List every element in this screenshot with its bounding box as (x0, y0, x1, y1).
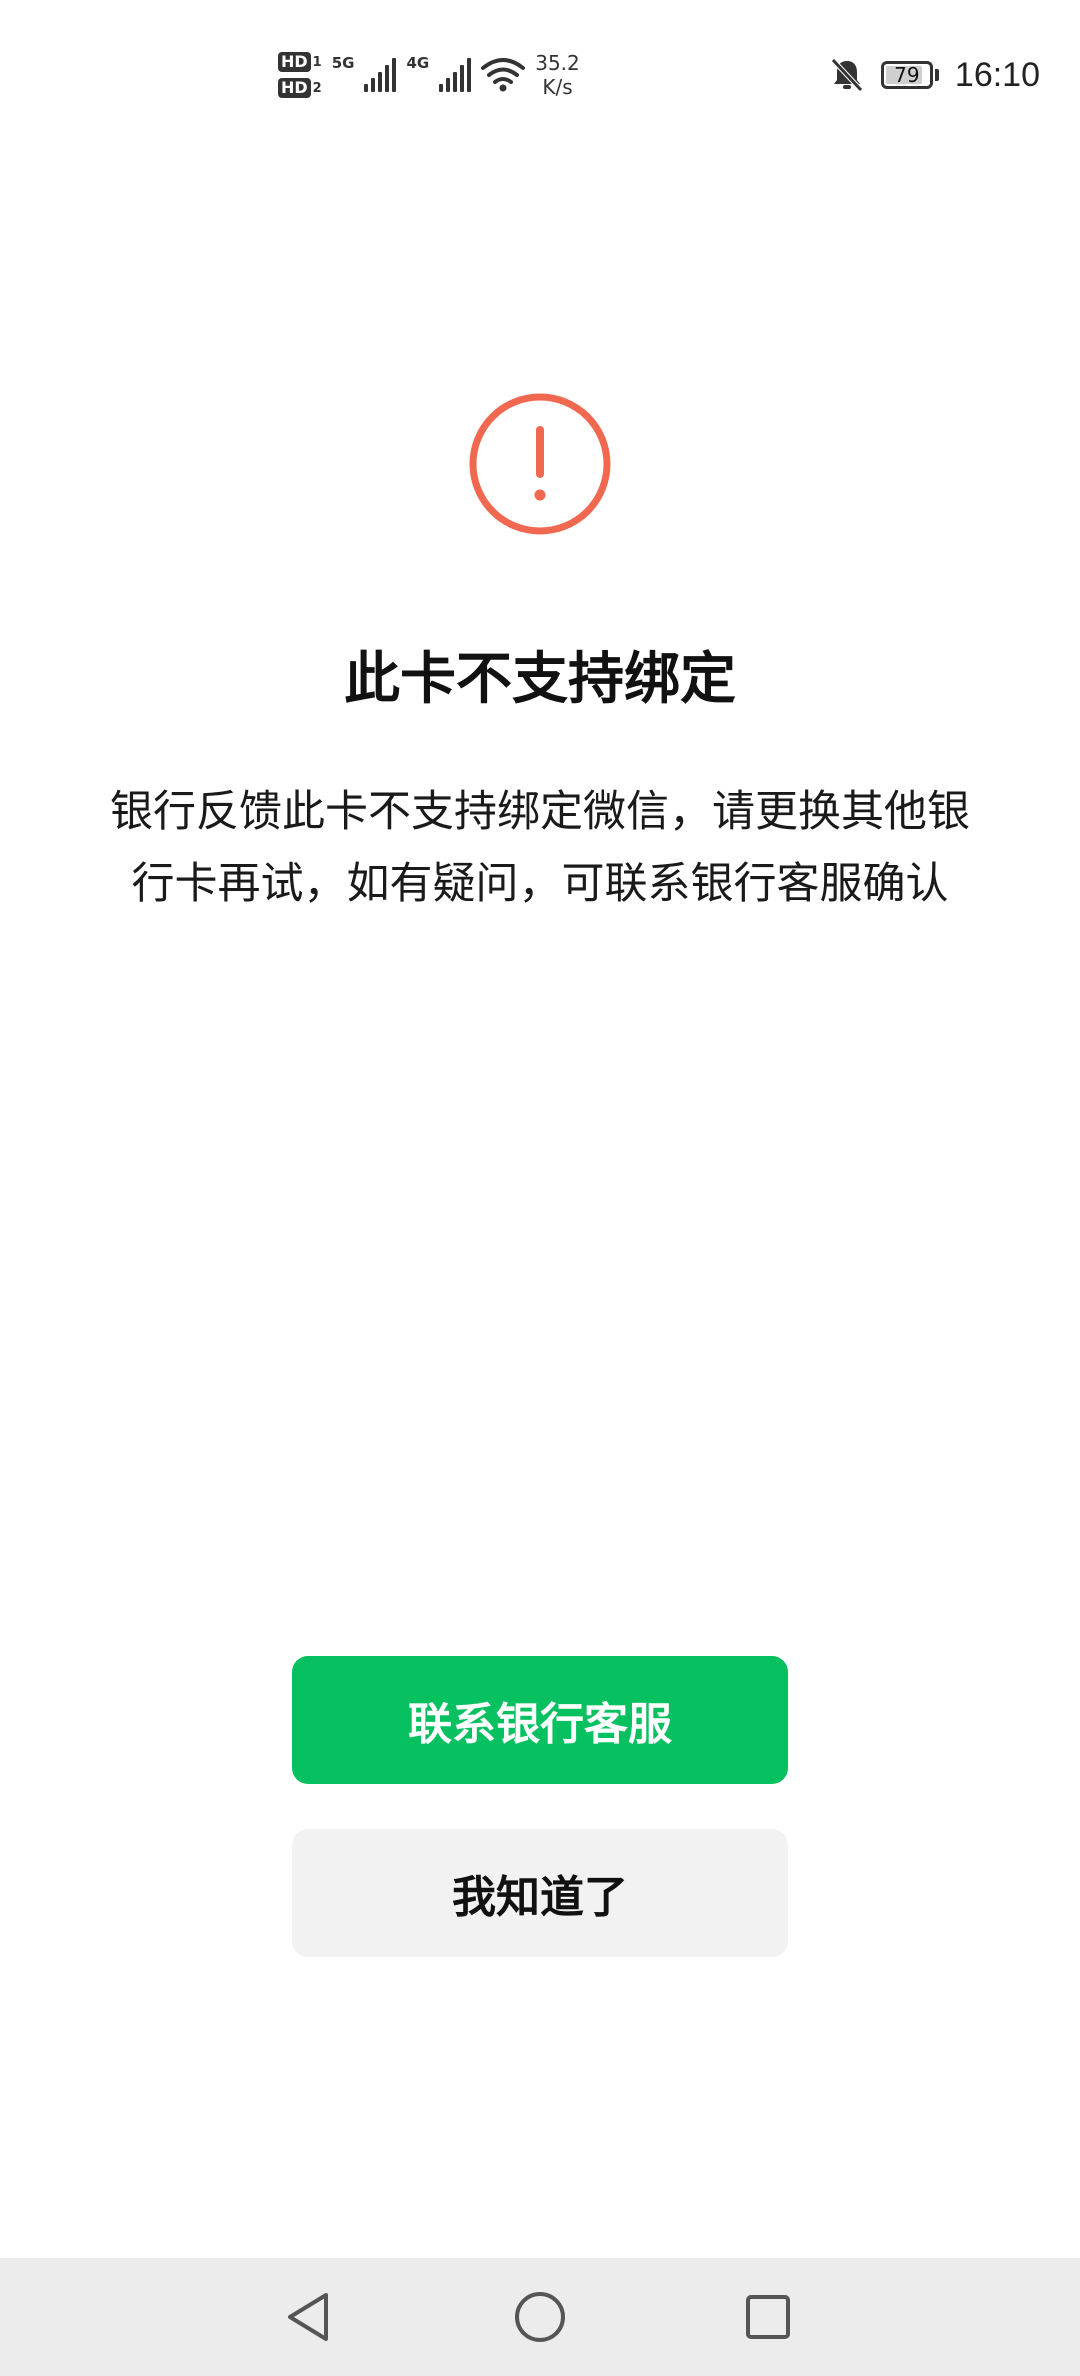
status-bar-right: 79 16:10 (829, 48, 1040, 102)
sim2-indicator: HD 2 (278, 78, 322, 98)
network-type-4g: 4G (406, 54, 430, 72)
network-speed-unit: K/s (542, 75, 573, 99)
exclamation-circle-icon (469, 393, 611, 535)
recent-apps-square-icon (746, 2295, 790, 2339)
battery-level: 79 (894, 63, 920, 87)
back-triangle-icon (288, 2293, 328, 2341)
signal-strength-icon (439, 58, 472, 92)
nav-home-button[interactable] (480, 2258, 600, 2376)
battery-body: 79 (880, 61, 933, 89)
status-bar-left: HD 1 HD 2 5G 4G 35.2 K/s (278, 42, 580, 108)
bell-muted-icon (831, 58, 863, 92)
network-type-5g: 5G (331, 54, 355, 72)
wifi-icon (481, 58, 526, 92)
nav-recent-apps-button[interactable] (708, 2258, 828, 2376)
hd-badge: HD (278, 78, 311, 98)
got-it-button[interactable]: 我知道了 (292, 1829, 788, 1957)
signal-strength-icon (364, 58, 397, 92)
sim-indicators: HD 1 HD 2 (278, 52, 322, 98)
sim-index: 1 (312, 54, 322, 70)
clock: 16:10 (954, 55, 1040, 94)
sim-index: 2 (312, 80, 322, 96)
network-speed-value: 35.2 (535, 51, 580, 75)
dialog-message: 银行反馈此卡不支持绑定微信，请更换其他银行卡再试，如有疑问，可联系银行客服确认 (110, 787, 970, 909)
network-speed: 35.2 K/s (535, 51, 580, 99)
nav-back-button[interactable] (248, 2258, 368, 2376)
contact-bank-service-button[interactable]: 联系银行客服 (292, 1656, 788, 1784)
sim1-indicator: HD 1 (278, 52, 322, 72)
hd-badge: HD (278, 52, 311, 72)
home-circle-icon (515, 2292, 565, 2342)
status-bar: HD 1 HD 2 5G 4G 35.2 K/s 79 16:10 (0, 0, 1080, 150)
dialog-title: 此卡不支持绑定 (344, 647, 736, 712)
navigation-bar (0, 2258, 1080, 2376)
battery-icon: 79 (880, 61, 939, 89)
